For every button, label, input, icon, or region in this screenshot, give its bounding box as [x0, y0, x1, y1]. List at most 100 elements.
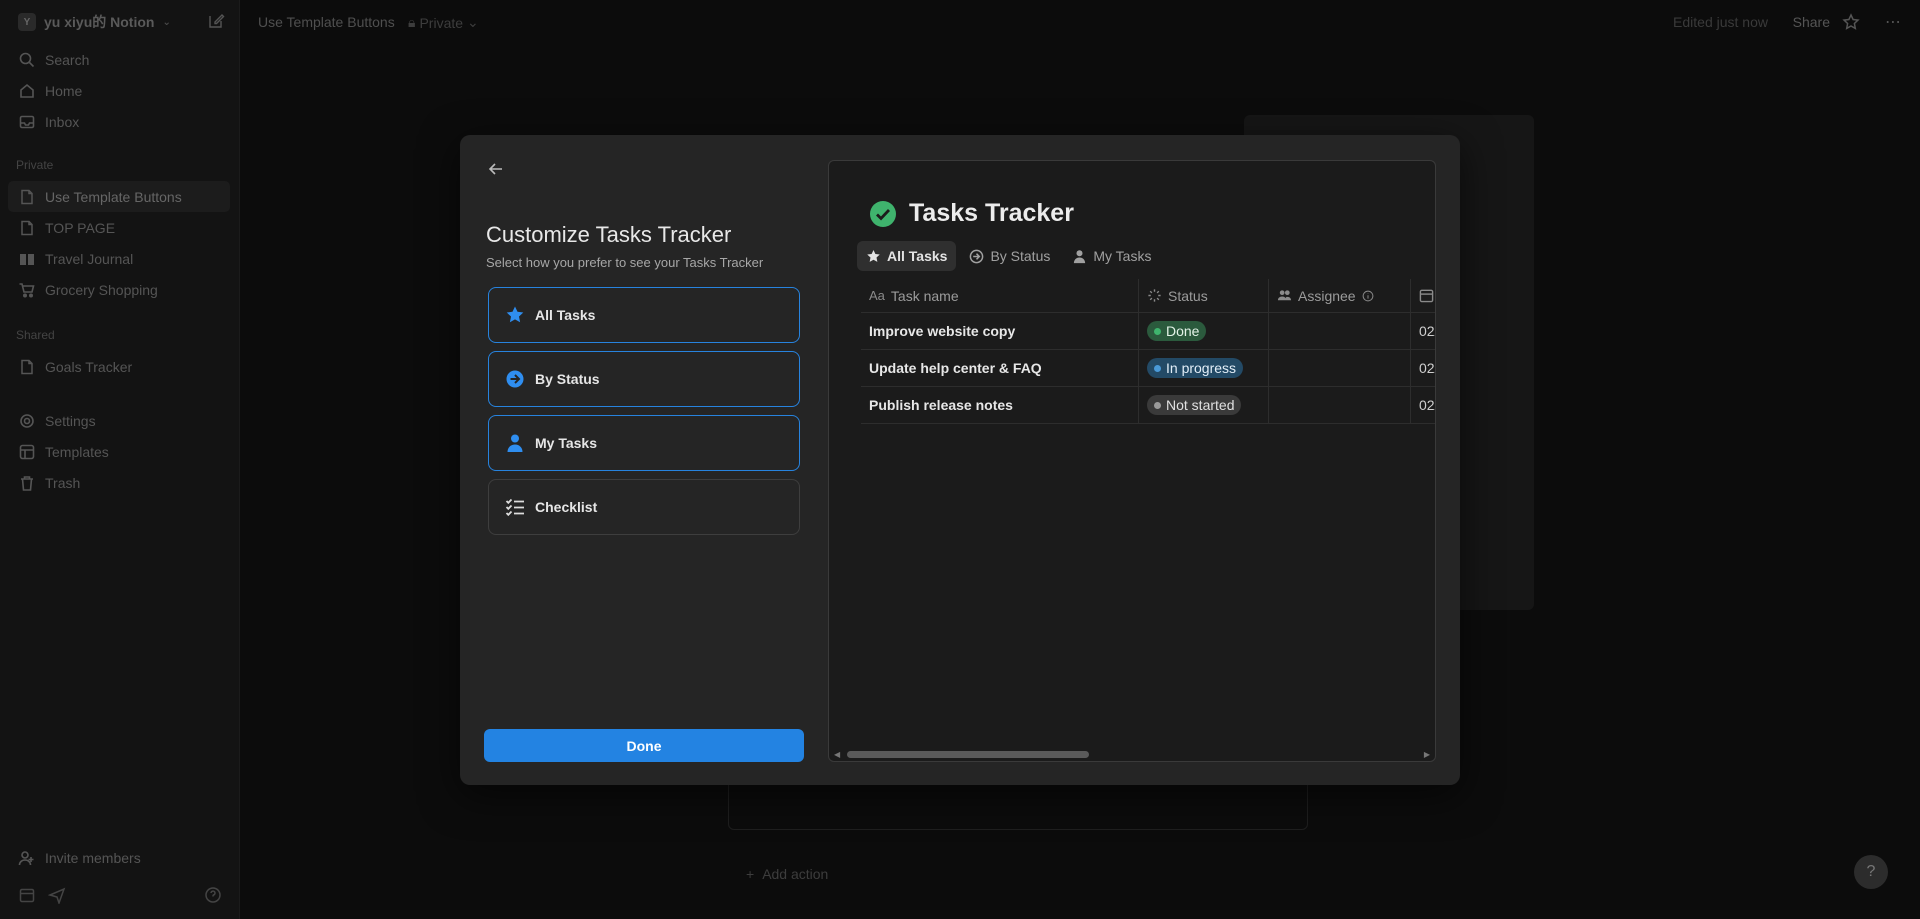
- option-checklist[interactable]: Checklist: [488, 479, 800, 535]
- assignee-cell[interactable]: [1268, 350, 1410, 386]
- people-icon: [18, 850, 34, 865]
- horizontal-scrollbar[interactable]: ◀ ▶: [829, 747, 1435, 761]
- column-header-task[interactable]: Aa Task name: [861, 279, 1138, 312]
- calendar-icon: [1419, 289, 1434, 303]
- home-icon: [20, 83, 34, 98]
- calendar-icon[interactable]: [18, 886, 36, 904]
- sidebar-top-nav: Search Home Inbox: [0, 44, 240, 137]
- column-header-date[interactable]: [1410, 279, 1435, 312]
- date-cell[interactable]: 02/: [1410, 387, 1435, 423]
- option-my-tasks[interactable]: My Tasks: [488, 415, 800, 471]
- help-circle-icon[interactable]: [204, 886, 222, 904]
- status-label: Not started: [1166, 397, 1235, 413]
- option-all-tasks[interactable]: All Tasks: [488, 287, 800, 343]
- sidebar-item-label: Search: [45, 51, 90, 68]
- sidebar-item-inbox[interactable]: Inbox: [0, 106, 240, 137]
- sidebar-item-templates[interactable]: Templates: [0, 436, 240, 467]
- table-row[interactable]: Update help center & FAQ In progress 02/: [861, 350, 1435, 387]
- person-icon: [507, 434, 523, 452]
- text-type-icon: Aa: [869, 288, 885, 303]
- workspace-avatar: Y: [18, 13, 36, 31]
- scroll-left-icon[interactable]: ◀: [834, 750, 840, 759]
- sidebar-item-label: Templates: [45, 443, 109, 460]
- star-icon[interactable]: [1842, 13, 1860, 31]
- status-badge: In progress: [1147, 358, 1244, 378]
- sidebar-item-label: Home: [45, 82, 83, 99]
- status-badge: Done: [1147, 321, 1207, 341]
- table-row[interactable]: Publish release notes Not started 02/: [861, 387, 1435, 424]
- task-name-cell[interactable]: Improve website copy: [861, 313, 1138, 349]
- sidebar-item-label: Trash: [45, 474, 81, 491]
- done-button[interactable]: Done: [484, 729, 804, 762]
- star-icon: [506, 306, 524, 323]
- workspace-switcher[interactable]: Y yu xiyu的 Notion ⌄: [18, 12, 171, 32]
- sidebar-item-label: Use Template Buttons: [45, 188, 182, 205]
- privacy-indicator[interactable]: 🔒︎ Private ⌄: [408, 14, 479, 31]
- new-page-icon[interactable]: [207, 12, 225, 30]
- trash-icon: [21, 475, 33, 491]
- sidebar-item-label: Goals Tracker: [45, 358, 133, 375]
- page-icon: [21, 189, 33, 204]
- sidebar-item-goals-tracker[interactable]: Goals Tracker: [0, 351, 240, 382]
- column-label: Assignee: [1298, 287, 1356, 304]
- date-cell[interactable]: 02/: [1410, 350, 1435, 386]
- assignee-cell[interactable]: [1268, 387, 1410, 423]
- date-cell[interactable]: 02/: [1410, 313, 1435, 349]
- sidebar-item-grocery-shopping[interactable]: Grocery Shopping: [0, 274, 240, 305]
- status-label: Done: [1166, 323, 1200, 339]
- option-by-status[interactable]: By Status: [488, 351, 800, 407]
- back-arrow-icon[interactable]: [486, 159, 506, 179]
- arrow-circle-icon: [506, 370, 524, 388]
- sidebar-item-label: TOP PAGE: [45, 219, 116, 236]
- chevron-down-icon: ⌄: [467, 14, 479, 30]
- share-button[interactable]: Share: [1793, 14, 1830, 30]
- add-action-button[interactable]: + Add action: [746, 866, 828, 882]
- tab-by-status[interactable]: By Status: [960, 241, 1059, 271]
- sidebar-item-trash[interactable]: Trash: [0, 467, 240, 498]
- section-heading-shared: Shared: [16, 328, 55, 342]
- option-label: All Tasks: [535, 307, 596, 323]
- sidebar-item-label: Settings: [45, 412, 96, 429]
- people-icon: [1277, 290, 1292, 301]
- sidebar-item-top-page[interactable]: TOP PAGE: [0, 212, 240, 243]
- sidebar-item-use-template-buttons[interactable]: Use Template Buttons: [8, 181, 230, 212]
- top-bar: Use Template Buttons 🔒︎ Private ⌄ Edited…: [240, 0, 1920, 44]
- chevron-down-icon: ⌄: [162, 16, 171, 28]
- search-icon: [19, 52, 35, 67]
- more-options-icon[interactable]: ⋯: [1885, 12, 1902, 32]
- ai-assistant-icon[interactable]: ?: [1854, 855, 1888, 889]
- sidebar-private-section: Private Use Template Buttons TOP PAGE Tr…: [0, 155, 240, 305]
- sidebar-bottom-nav: Settings Templates Trash: [0, 405, 240, 498]
- tab-label: My Tasks: [1093, 248, 1152, 264]
- sidebar-item-settings[interactable]: Settings: [0, 405, 240, 436]
- tab-all-tasks[interactable]: All Tasks: [857, 241, 957, 271]
- invite-members-button[interactable]: Invite members: [0, 842, 240, 873]
- tasks-tracker-preview: Tasks Tracker All Tasks By Status My Tas…: [828, 160, 1436, 762]
- scrollbar-thumb[interactable]: [847, 751, 1089, 758]
- table-row[interactable]: Improve website copy Done 02/: [861, 313, 1435, 350]
- breadcrumb[interactable]: Use Template Buttons: [258, 14, 395, 30]
- option-label: My Tasks: [535, 435, 597, 451]
- column-header-assignee[interactable]: Assignee: [1268, 279, 1410, 312]
- edited-status: Edited just now: [1673, 14, 1768, 30]
- sidebar-item-travel-journal[interactable]: Travel Journal: [0, 243, 240, 274]
- tab-my-tasks[interactable]: My Tasks: [1063, 241, 1160, 271]
- sidebar-item-search[interactable]: Search: [0, 44, 240, 75]
- status-cell[interactable]: Done: [1138, 313, 1268, 349]
- task-name-cell[interactable]: Update help center & FAQ: [861, 350, 1138, 386]
- tab-label: All Tasks: [887, 248, 948, 264]
- send-icon[interactable]: [48, 886, 66, 904]
- workspace-name: yu xiyu的 Notion: [44, 14, 155, 30]
- option-label: Checklist: [535, 499, 598, 515]
- sidebar-item-home[interactable]: Home: [0, 75, 240, 106]
- status-cell[interactable]: Not started: [1138, 387, 1268, 423]
- column-label: Task name: [890, 287, 959, 304]
- table-header: Aa Task name Status Assignee: [861, 279, 1435, 313]
- assignee-cell[interactable]: [1268, 313, 1410, 349]
- book-icon: [20, 253, 34, 265]
- task-name-cell[interactable]: Publish release notes: [861, 387, 1138, 423]
- status-cell[interactable]: In progress: [1138, 350, 1268, 386]
- column-header-status[interactable]: Status: [1138, 279, 1268, 312]
- scroll-right-icon[interactable]: ▶: [1424, 750, 1430, 759]
- preview-title: Tasks Tracker: [869, 199, 1074, 228]
